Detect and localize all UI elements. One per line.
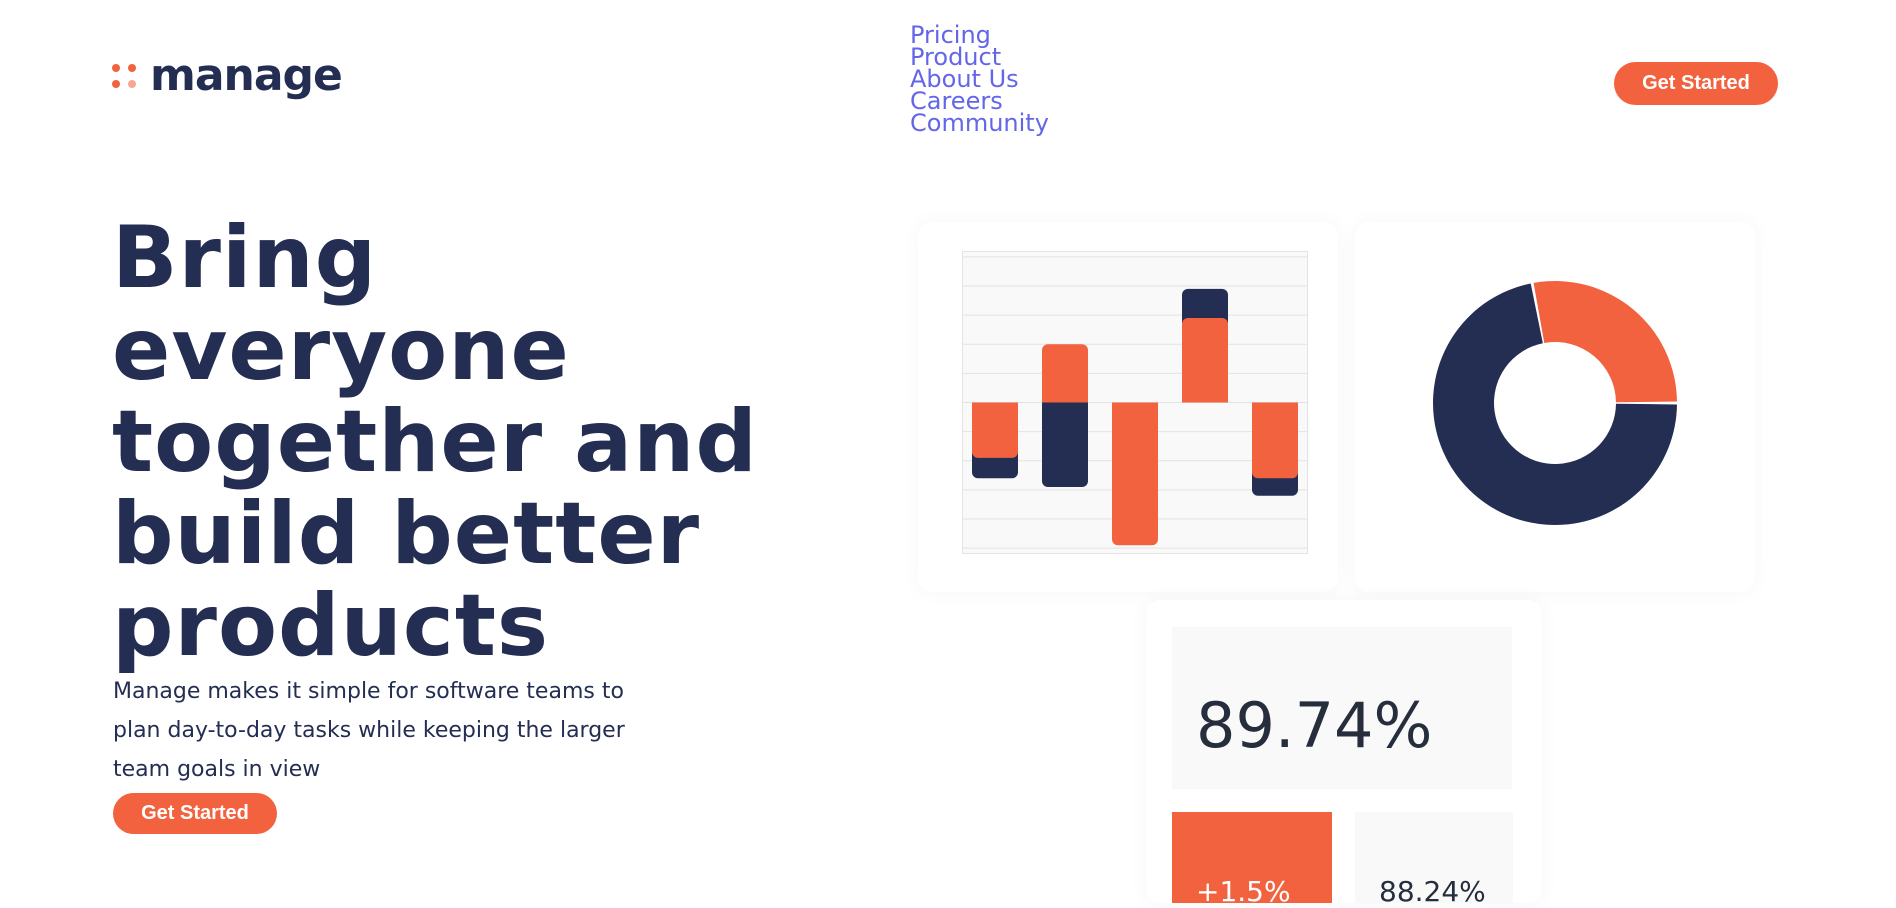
bar-base (1112, 402, 1158, 409)
logo-dot (112, 64, 120, 72)
logo-dots-icon (112, 64, 136, 88)
bar-base (1182, 396, 1228, 403)
hero-get-started-button[interactable]: Get Started (113, 793, 277, 834)
stat-secondary-value: 88.24% (1379, 875, 1486, 908)
bar-base (1042, 396, 1088, 403)
stat-main-value: 89.74% (1196, 689, 1433, 762)
header-get-started-button[interactable]: Get Started (1614, 62, 1778, 105)
bar-chart (962, 256, 1308, 549)
donut-chart (1433, 281, 1677, 525)
bar-base (1252, 402, 1298, 409)
stat-main-box: 89.74% (1172, 627, 1512, 789)
stat-secondary-box: 88.24% (1355, 812, 1513, 908)
nav-link-community[interactable]: Community (910, 111, 1049, 135)
brand-name: manage (150, 50, 343, 101)
hero-title: Bring everyone together and build better… (112, 208, 758, 676)
hero-description: Manage makes it simple for software team… (113, 679, 625, 782)
bar-base (972, 402, 1018, 409)
bar (1252, 402, 1298, 479)
main-nav: Pricing Product About Us Careers Communi… (910, 23, 1049, 135)
stat-change-box: +1.5% (1172, 812, 1332, 908)
bar (1112, 402, 1158, 546)
logo-dot (128, 64, 136, 72)
bar (1042, 402, 1088, 487)
bar-base (1042, 402, 1088, 409)
brand-logo[interactable]: manage (112, 50, 343, 101)
bar (1042, 344, 1088, 403)
bar (1182, 318, 1228, 403)
stat-change-value: +1.5% (1196, 875, 1291, 908)
bar (972, 402, 1018, 458)
donut-slice (1533, 281, 1677, 403)
logo-dot (112, 80, 120, 88)
logo-dot (128, 80, 136, 88)
